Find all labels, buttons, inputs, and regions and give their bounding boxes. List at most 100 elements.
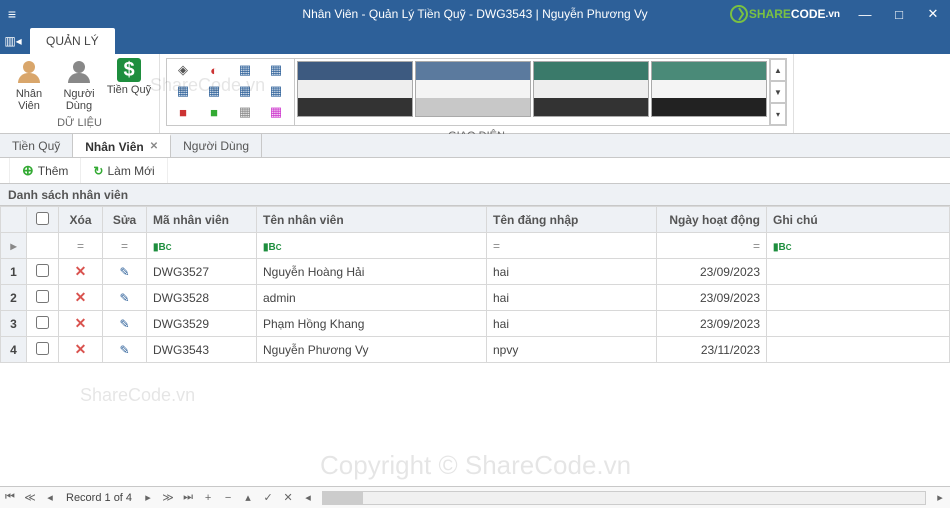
gallery-scroll-up[interactable]: ▲ — [770, 59, 786, 81]
nav-prev-page[interactable]: ≪ — [20, 491, 40, 504]
delete-icon[interactable]: ✕ — [75, 263, 87, 279]
cell-dangnhap[interactable]: npvy — [487, 337, 657, 363]
col-ten[interactable]: Tên nhân viên — [257, 207, 487, 233]
table-row[interactable]: 4✕✎DWG3543Nguyễn Phương Vynpvy23/11/2023 — [1, 337, 950, 363]
gallery-item[interactable]: ▦ — [231, 82, 259, 100]
theme-preview-teal[interactable] — [533, 61, 649, 117]
row-select-cell[interactable] — [27, 337, 59, 363]
tab-nguoidung[interactable]: Người Dùng — [171, 134, 262, 157]
filter-ghichu[interactable]: ▮BC — [767, 233, 950, 259]
theme-preview-green[interactable] — [651, 61, 767, 117]
cell-ma[interactable]: DWG3528 — [147, 285, 257, 311]
col-ngay[interactable]: Ngày hoạt động — [657, 207, 767, 233]
nav-add[interactable]: + — [198, 492, 218, 504]
gallery-expand[interactable]: ▾ — [770, 103, 786, 125]
gallery-item[interactable]: ▦ — [169, 82, 197, 100]
cell-dangnhap[interactable]: hai — [487, 259, 657, 285]
gallery-item[interactable]: ◐ — [200, 61, 228, 79]
cell-ngay[interactable]: 23/09/2023 — [657, 259, 767, 285]
row-select-cell[interactable] — [27, 285, 59, 311]
app-menu-icon[interactable]: ≡ — [0, 6, 24, 22]
select-all-checkbox[interactable] — [36, 212, 49, 225]
nav-next-page[interactable]: ≫ — [158, 491, 178, 504]
nav-cancel[interactable]: ✕ — [278, 491, 298, 504]
row-delete-cell[interactable]: ✕ — [59, 285, 103, 311]
row-delete-cell[interactable]: ✕ — [59, 337, 103, 363]
row-delete-cell[interactable]: ✕ — [59, 259, 103, 285]
row-edit-cell[interactable]: ✎ — [103, 337, 147, 363]
close-button[interactable]: ✕ — [916, 6, 950, 22]
row-edit-cell[interactable]: ✎ — [103, 311, 147, 337]
nav-delete[interactable]: − — [218, 492, 238, 504]
cell-ghichu[interactable] — [767, 259, 950, 285]
row-checkbox[interactable] — [36, 264, 49, 277]
cell-ghichu[interactable] — [767, 311, 950, 337]
gallery-item[interactable]: ▦ — [262, 82, 290, 100]
row-delete-cell[interactable]: ✕ — [59, 311, 103, 337]
ribbon-btn-nhanvien[interactable]: Nhân Viên — [4, 56, 54, 114]
cell-ma[interactable]: DWG3529 — [147, 311, 257, 337]
filter-ma[interactable]: ▮BC — [147, 233, 257, 259]
row-edit-cell[interactable]: ✎ — [103, 259, 147, 285]
ribbon-app-button[interactable]: ▥◂ — [0, 28, 26, 54]
theme-preview-blue[interactable] — [297, 61, 413, 117]
col-ghichu[interactable]: Ghi chú — [767, 207, 950, 233]
gallery-item[interactable]: ■ — [200, 103, 228, 121]
row-select-cell[interactable] — [27, 311, 59, 337]
select-all-header[interactable] — [27, 207, 59, 233]
tab-tienquy[interactable]: Tiền Quỹ — [0, 134, 73, 157]
cell-ma[interactable]: DWG3527 — [147, 259, 257, 285]
nav-last[interactable]: ⏭ — [178, 491, 198, 504]
gallery-item[interactable]: ▦ — [231, 61, 259, 79]
row-checkbox[interactable] — [36, 342, 49, 355]
cell-ma[interactable]: DWG3543 — [147, 337, 257, 363]
cell-ghichu[interactable] — [767, 285, 950, 311]
nav-scrollbar[interactable] — [322, 491, 926, 505]
edit-icon[interactable]: ✎ — [119, 291, 129, 305]
minimize-button[interactable]: — — [848, 7, 882, 22]
gallery-item[interactable]: ▦ — [200, 82, 228, 100]
filter-ngay[interactable]: = — [657, 233, 767, 259]
col-sua[interactable]: Sửa — [103, 207, 147, 233]
cell-ten[interactable]: Nguyễn Hoàng Hải — [257, 259, 487, 285]
cell-ngay[interactable]: 23/09/2023 — [657, 285, 767, 311]
tab-nhanvien[interactable]: Nhân Viên✕ — [73, 134, 171, 157]
cell-ngay[interactable]: 23/09/2023 — [657, 311, 767, 337]
refresh-button[interactable]: ↻Làm Mới — [81, 158, 167, 183]
col-dangnhap[interactable]: Tên đăng nhập — [487, 207, 657, 233]
filter-ten[interactable]: ▮BC — [257, 233, 487, 259]
table-row[interactable]: 1✕✎DWG3527Nguyễn Hoàng Hảihai23/09/2023 — [1, 259, 950, 285]
gallery-item[interactable]: ◈ — [169, 61, 197, 79]
delete-icon[interactable]: ✕ — [75, 341, 87, 357]
nav-scroll-left[interactable]: ◂ — [298, 491, 318, 504]
cell-dangnhap[interactable]: hai — [487, 285, 657, 311]
col-xoa[interactable]: Xóa — [59, 207, 103, 233]
gallery-item[interactable]: ▦ — [262, 103, 290, 121]
filter-sua[interactable]: = — [103, 233, 147, 259]
cell-ngay[interactable]: 23/11/2023 — [657, 337, 767, 363]
row-checkbox[interactable] — [36, 290, 49, 303]
delete-icon[interactable]: ✕ — [75, 315, 87, 331]
table-row[interactable]: 3✕✎DWG3529Phạm Hồng Khanghai23/09/2023 — [1, 311, 950, 337]
row-select-cell[interactable] — [27, 259, 59, 285]
nav-scroll-right[interactable]: ▸ — [930, 491, 950, 504]
cell-dangnhap[interactable]: hai — [487, 311, 657, 337]
scrollbar-thumb[interactable] — [323, 492, 363, 504]
ribbon-btn-tienquy[interactable]: $ Tiền Quỹ — [104, 56, 154, 98]
row-edit-cell[interactable]: ✎ — [103, 285, 147, 311]
edit-icon[interactable]: ✎ — [119, 343, 129, 357]
gallery-item[interactable]: ▦ — [231, 103, 259, 121]
nav-edit[interactable]: ▴ — [238, 491, 258, 504]
gallery-item[interactable]: ■ — [169, 103, 197, 121]
table-row[interactable]: 2✕✎DWG3528adminhai23/09/2023 — [1, 285, 950, 311]
gallery-item[interactable]: ▦ — [262, 61, 290, 79]
nav-prev[interactable]: ◂ — [40, 491, 60, 504]
cell-ten[interactable]: Nguyễn Phương Vy — [257, 337, 487, 363]
theme-preview-lightblue[interactable] — [415, 61, 531, 117]
filter-xoa[interactable]: = — [59, 233, 103, 259]
delete-icon[interactable]: ✕ — [75, 289, 87, 305]
ribbon-tab-quanly[interactable]: QUẢN LÝ — [30, 28, 115, 54]
row-checkbox[interactable] — [36, 316, 49, 329]
cell-ten[interactable]: admin — [257, 285, 487, 311]
nav-save[interactable]: ✓ — [258, 491, 278, 504]
